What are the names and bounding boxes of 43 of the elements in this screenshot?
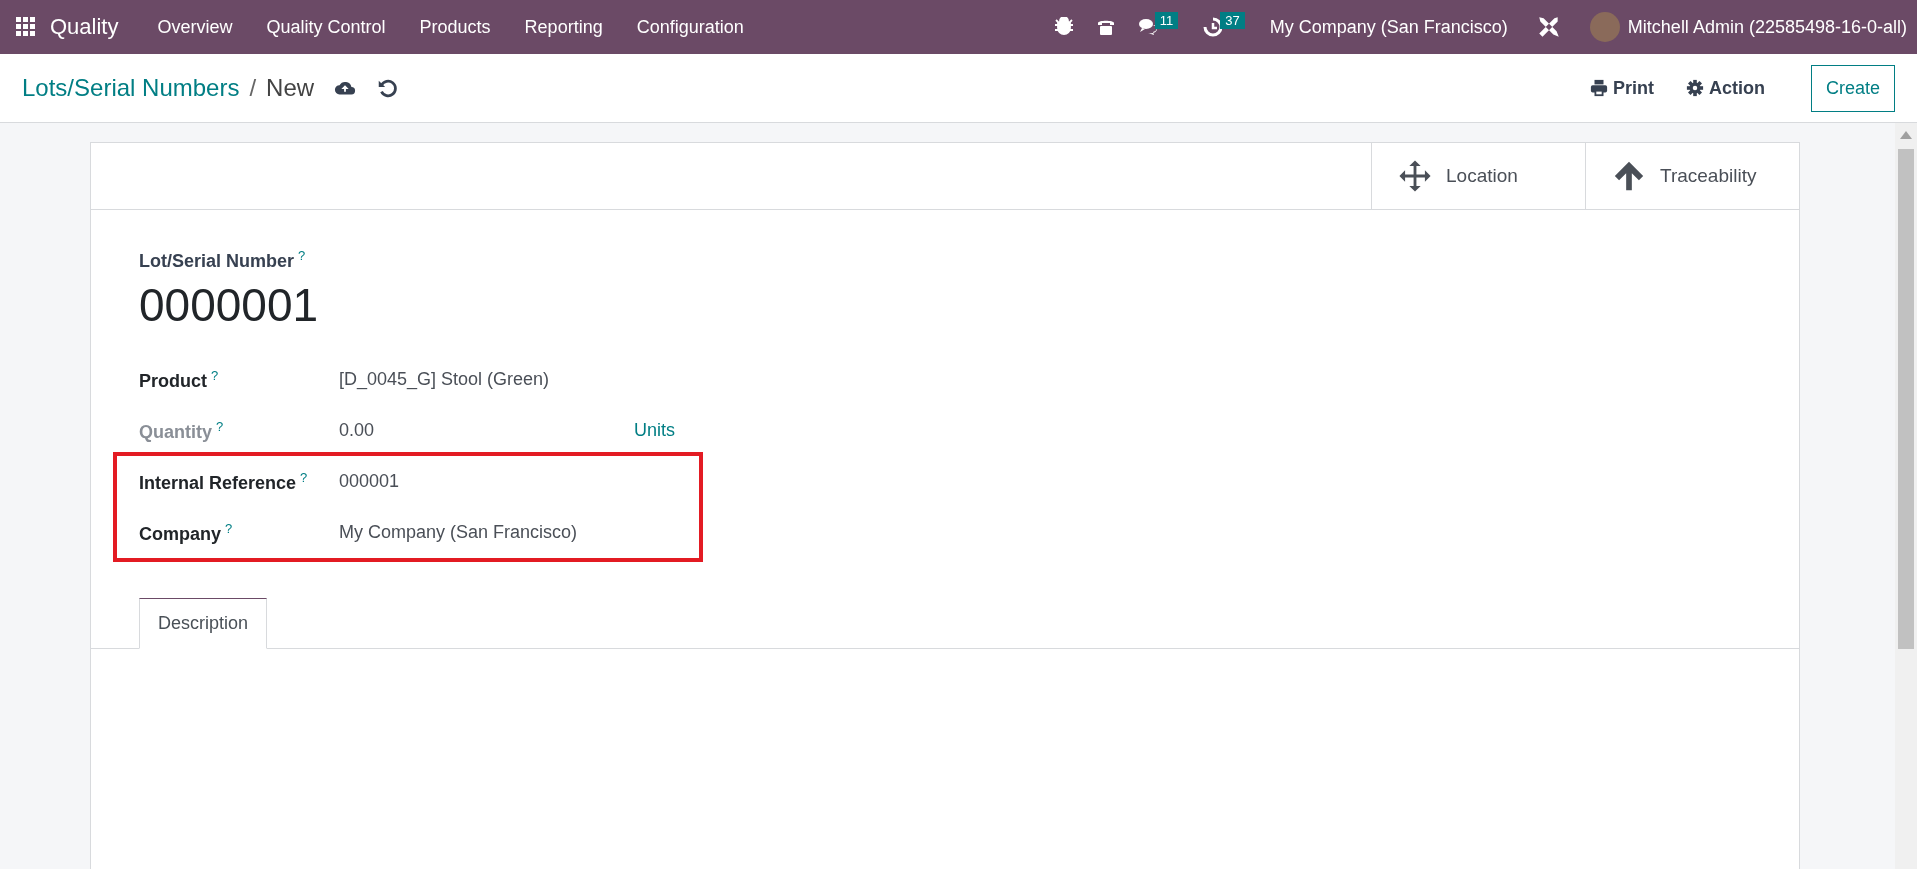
field-label: Company $^{?}$ [139, 520, 234, 545]
up-arrow-icon [1612, 159, 1646, 193]
help-tooltip[interactable]: ? [225, 520, 233, 536]
undo-icon[interactable] [376, 77, 399, 99]
four-way-arrow-icon [1398, 159, 1432, 193]
help-tooltip[interactable]: ? [211, 367, 219, 383]
field-value[interactable]: 000001 [339, 471, 634, 492]
apps-grid-icon[interactable] [16, 17, 36, 37]
field-value[interactable]: [D_0045_G] Stool (Green) [339, 369, 634, 390]
menu-item[interactable]: Quality Control [249, 16, 403, 38]
clock-icon[interactable] [1203, 17, 1224, 37]
help-tooltip[interactable]: ? [298, 248, 306, 263]
count-badge: 37 [1220, 11, 1245, 29]
count-badge: 11 [1154, 11, 1179, 29]
menu-item[interactable]: Configuration [619, 16, 761, 38]
field-label: Product $^{?}$ [139, 367, 220, 392]
tab[interactable]: Description [139, 598, 268, 649]
chat-icon[interactable] [1137, 17, 1158, 37]
record-title[interactable]: 0000001 [139, 278, 1799, 332]
print-button[interactable]: Print [1583, 76, 1660, 100]
company-switcher[interactable]: My Company (San Francisco) [1269, 16, 1508, 38]
help-tooltip[interactable]: ? [300, 469, 308, 485]
unit-link[interactable]: Units [634, 420, 734, 441]
gear-icon [1685, 79, 1704, 97]
action-button[interactable]: Action [1679, 76, 1771, 100]
breadcrumb-current: New [266, 74, 315, 102]
field-value[interactable]: 0.00 [339, 420, 634, 441]
menu-item[interactable]: Overview [140, 16, 250, 38]
user-menu[interactable]: Mitchell Admin (22585498-16-0-all) [1627, 16, 1907, 38]
printer-icon [1589, 79, 1608, 97]
field-value[interactable]: My Company (San Francisco) [339, 522, 634, 543]
menu-item[interactable]: Reporting [507, 16, 620, 38]
bug-icon[interactable] [1053, 17, 1074, 37]
field-label: Lot/Serial Number $^{?}$ [139, 248, 307, 272]
breadcrumb-separator: / [249, 74, 257, 102]
field-label: Internal Reference $^{?}$ [139, 469, 309, 494]
menu-item[interactable]: Products [402, 16, 508, 38]
scrollbar[interactable] [1895, 123, 1917, 869]
field-label: Quantity $^{?}$ [139, 418, 225, 443]
breadcrumb-link[interactable]: Lots/Serial Numbers [22, 74, 240, 102]
help-tooltip[interactable]: ? [216, 418, 224, 434]
create-button[interactable]: Create [1810, 64, 1895, 112]
app-name[interactable]: Quality [50, 14, 119, 40]
